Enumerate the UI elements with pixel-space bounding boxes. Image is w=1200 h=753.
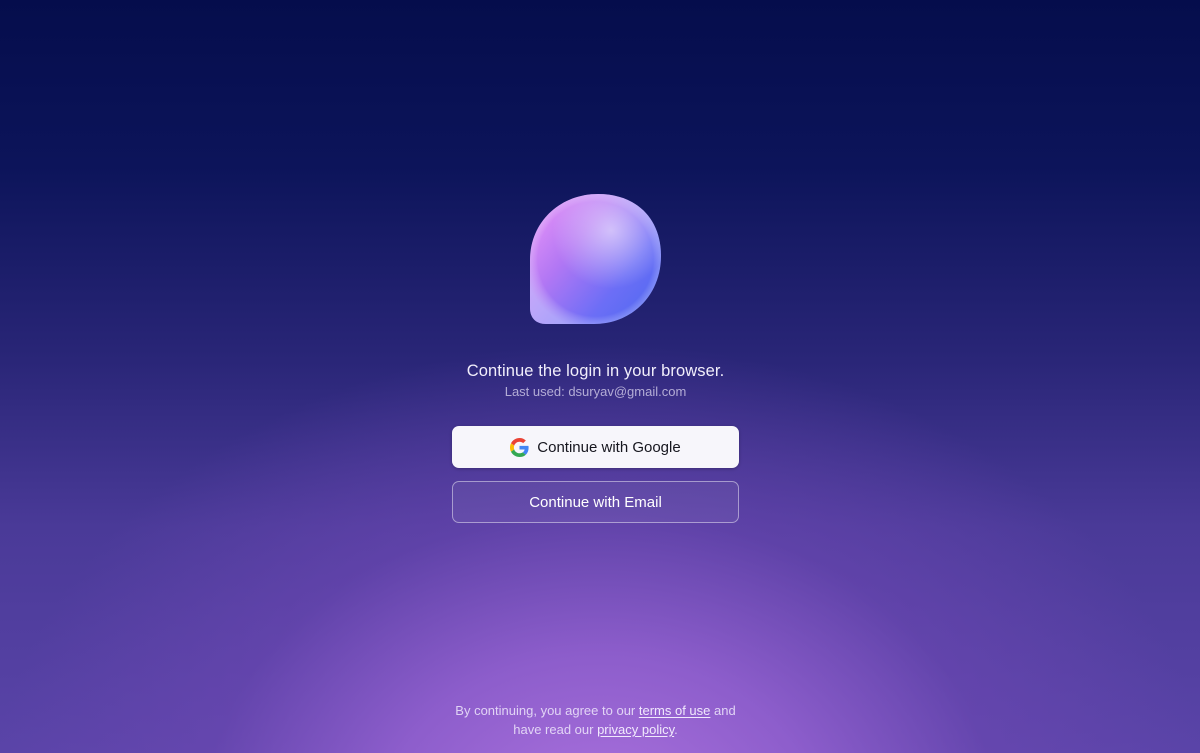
app-logo-icon: [530, 194, 661, 324]
login-heading: Continue the login in your browser.: [466, 362, 725, 380]
legal-line-1-suffix: and: [710, 703, 736, 718]
continue-with-email-button[interactable]: Continue with Email: [452, 481, 739, 523]
legal-line-1: By continuing, you agree to our terms of…: [0, 701, 1191, 720]
google-button-label: Continue with Google: [537, 438, 681, 456]
terms-of-use-link[interactable]: terms of use: [639, 703, 711, 718]
legal-line-2-prefix: have read our: [513, 722, 598, 737]
google-g-icon: [510, 437, 529, 457]
last-used-account: Last used: dsuryav@gmail.com: [504, 384, 687, 399]
privacy-policy-link[interactable]: privacy policy: [597, 722, 674, 737]
legal-line-2-suffix: .: [674, 722, 678, 737]
legal-notice: By continuing, you agree to our terms of…: [0, 701, 1191, 739]
email-button-label: Continue with Email: [529, 493, 662, 511]
legal-line-1-prefix: By continuing, you agree to our: [455, 703, 639, 718]
continue-with-google-button[interactable]: Continue with Google: [452, 426, 739, 468]
legal-line-2: have read our privacy policy.: [0, 720, 1191, 739]
login-screen: Continue the login in your browser. Last…: [0, 0, 1200, 753]
